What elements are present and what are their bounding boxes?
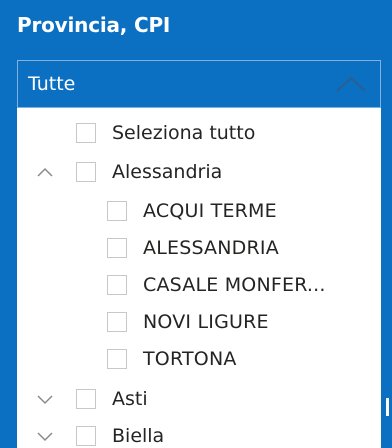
list-item-alessandria-cpi[interactable]: ALESSANDRIA — [17, 229, 381, 266]
list-item-acqui-terme[interactable]: ACQUI TERME — [17, 192, 381, 229]
checkbox[interactable] — [76, 388, 96, 409]
item-label: NOVI LIGURE — [143, 310, 269, 333]
list-item-biella[interactable]: Biella — [17, 417, 381, 448]
dropdown-value: Tutte — [28, 73, 76, 95]
checkbox[interactable] — [76, 161, 96, 182]
list-item-casale-monferrato[interactable]: CASALE MONFER... — [17, 266, 381, 303]
checkbox[interactable] — [107, 348, 127, 369]
checkbox[interactable] — [107, 200, 127, 221]
checkbox[interactable] — [107, 311, 127, 332]
checkbox[interactable] — [76, 425, 96, 446]
item-label: ACQUI TERME — [143, 199, 277, 222]
chevron-up-icon[interactable] — [334, 73, 368, 95]
chevron-down-icon[interactable] — [36, 393, 54, 405]
list-item-select-all[interactable]: Seleziona tutto — [17, 114, 381, 151]
item-label: Alessandria — [112, 160, 223, 183]
item-label: Biella — [112, 424, 165, 447]
checkbox[interactable] — [107, 237, 127, 258]
item-label: ALESSANDRIA — [143, 236, 279, 259]
item-label: Asti — [112, 387, 148, 410]
scrollbar-thumb[interactable] — [386, 398, 389, 416]
item-label: Seleziona tutto — [112, 121, 256, 144]
scrollbar[interactable] — [381, 108, 392, 448]
item-label: TORTONA — [143, 347, 237, 370]
slicer-title: Provincia, CPI — [17, 13, 171, 37]
list-item-alessandria[interactable]: Alessandria — [17, 153, 381, 190]
list-item-tortona[interactable]: TORTONA — [17, 340, 381, 377]
list-item-asti[interactable]: Asti — [17, 380, 381, 417]
checkbox[interactable] — [107, 274, 127, 295]
list-item-novi-ligure[interactable]: NOVI LIGURE — [17, 303, 381, 340]
slicer-list: Seleziona tutto Alessandria ACQUI TERME … — [17, 108, 381, 448]
chevron-down-icon[interactable] — [36, 430, 54, 442]
chevron-up-icon[interactable] — [36, 166, 54, 178]
checkbox[interactable] — [76, 122, 96, 143]
item-label: CASALE MONFER... — [143, 273, 326, 296]
slicer-dropdown[interactable]: Tutte — [17, 60, 381, 108]
